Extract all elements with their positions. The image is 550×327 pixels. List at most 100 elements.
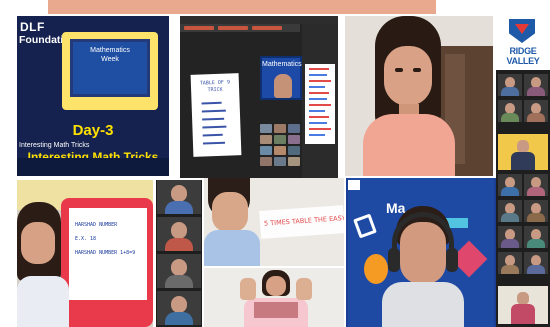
participant-face [212, 192, 248, 232]
participant-body [527, 239, 545, 248]
raised-hand [240, 278, 256, 300]
presenter-stage: Mathematics [260, 56, 302, 100]
participant-body [501, 87, 519, 96]
chat-line [309, 80, 331, 82]
video-tile-meeting-screenshot[interactable]: TABLE OF 9 TRICK Mathematics [180, 16, 338, 178]
meeting-toolbar [180, 24, 300, 32]
participant-thumb[interactable] [260, 146, 272, 155]
participant-thumb[interactable] [274, 157, 286, 166]
whiteboard-line: HARSHAD NUMBER [75, 222, 118, 228]
participant-tile[interactable] [157, 291, 201, 325]
participant-tile[interactable] [498, 286, 548, 324]
right-participant-column: RIDGE VALLEY [496, 16, 550, 327]
participant-thumb[interactable] [288, 135, 300, 144]
participant-tile[interactable] [498, 100, 522, 122]
whiteboard-line: E.X. 18 [75, 236, 97, 242]
chat-line [309, 92, 329, 94]
participant-thumb[interactable] [288, 146, 300, 155]
stage-title: Mathematics [262, 61, 302, 68]
toolbar-pill[interactable] [184, 26, 214, 30]
whiteboard-line: HARSHAD NUMBER 1+8=9 [75, 250, 136, 256]
participant-head [171, 259, 187, 276]
meeting-chat-panel[interactable] [302, 24, 338, 178]
participant-thumb[interactable] [260, 135, 272, 144]
participant-body [501, 113, 519, 122]
toolbar-pill[interactable] [218, 26, 248, 30]
participant-tile[interactable] [157, 180, 201, 214]
chat-line [309, 104, 331, 106]
headphone-cup [388, 248, 400, 272]
participant-thumb[interactable] [274, 146, 286, 155]
paper-line [202, 125, 227, 128]
participant-tile[interactable] [524, 252, 548, 274]
participant-head [171, 296, 187, 313]
sheet-text: 5 TIMES TABLE THE EASY WAY [263, 213, 344, 228]
participant-tile[interactable] [498, 200, 522, 222]
headphone-cup [446, 248, 458, 272]
headphones-icon [392, 212, 454, 270]
held-cards [254, 302, 298, 318]
participant-tile[interactable] [524, 226, 548, 248]
participant-eye [413, 68, 421, 72]
participant-shirt [204, 230, 260, 266]
chat-line [309, 74, 327, 76]
paper-line [201, 101, 222, 104]
participant-tile[interactable] [498, 174, 522, 196]
paper-line [201, 109, 226, 112]
participant-body [501, 239, 519, 248]
participant-thumb[interactable] [288, 157, 300, 166]
participant-thumb[interactable] [274, 124, 286, 133]
raised-hand [296, 278, 312, 300]
participant-head [171, 222, 187, 239]
video-tile-boy-headphones[interactable]: Ma [346, 178, 496, 327]
participant-tile[interactable] [524, 74, 548, 96]
day-label: Day-3 [72, 122, 114, 139]
participant-body [501, 213, 519, 222]
participant-shirt [382, 282, 464, 327]
participant-thumb[interactable] [260, 124, 272, 133]
participant-tile[interactable] [498, 74, 522, 96]
paper-heading: TABLE OF 9 TRICK [199, 79, 231, 94]
shield-icon [509, 19, 535, 43]
dlf-mini-logo [348, 180, 360, 190]
video-tile-girl-counting-fingers[interactable] [204, 268, 344, 327]
participant-tile[interactable] [157, 217, 201, 251]
participant-face [266, 276, 286, 296]
participant-tile[interactable] [524, 100, 548, 122]
subtitle-small: Interesting Math Tricks [19, 142, 90, 149]
top-banner-strip [48, 0, 436, 14]
participant-head [171, 185, 187, 202]
participant-tile[interactable] [524, 174, 548, 196]
participant-body [511, 304, 535, 324]
participant-body [165, 201, 193, 214]
chat-line [309, 110, 325, 112]
participant-tile-highlighted[interactable] [498, 134, 548, 170]
video-tile-whiteboard-girl[interactable]: HARSHAD NUMBER E.X. 18 HARSHAD NUMBER 1+… [17, 180, 153, 327]
card-title: Mathematics Week [90, 47, 130, 63]
participant-shirt [17, 276, 69, 327]
participant-body [527, 113, 545, 122]
participant-thumb[interactable] [288, 124, 300, 133]
paper-line [202, 141, 225, 144]
participant-tile[interactable] [524, 200, 548, 222]
ridge-valley-logo: RIDGE VALLEY [496, 16, 550, 70]
five-times-table-sheet: 5 TIMES TABLE THE EASY WAY [259, 205, 344, 239]
toolbar-pill[interactable] [252, 26, 282, 30]
participant-tile[interactable] [498, 252, 522, 274]
video-tile-girl-pink[interactable] [345, 16, 493, 176]
chat-line [309, 134, 325, 136]
participant-body [165, 238, 193, 251]
participant-tile[interactable] [157, 254, 201, 288]
participant-tile[interactable] [498, 226, 522, 248]
slide-bottom-bar [17, 158, 169, 176]
video-tile-boy-five-times-table[interactable]: 5 TIMES TABLE THE EASY WAY [204, 178, 344, 266]
chat-line [309, 128, 331, 130]
whiteboard: HARSHAD NUMBER E.X. 18 HARSHAD NUMBER 1+… [69, 208, 147, 300]
chat-message-pane [305, 64, 335, 144]
video-tile-dlf-title-slide[interactable]: DLF Foundation Mathematics Week Day-3 Int… [17, 16, 169, 176]
participant-thumb[interactable] [274, 135, 286, 144]
table-of-nine-paper: TABLE OF 9 TRICK [190, 73, 242, 157]
dlf-logo-text: DLF [20, 20, 45, 34]
chat-line [309, 86, 325, 88]
participant-thumb[interactable] [260, 157, 272, 166]
